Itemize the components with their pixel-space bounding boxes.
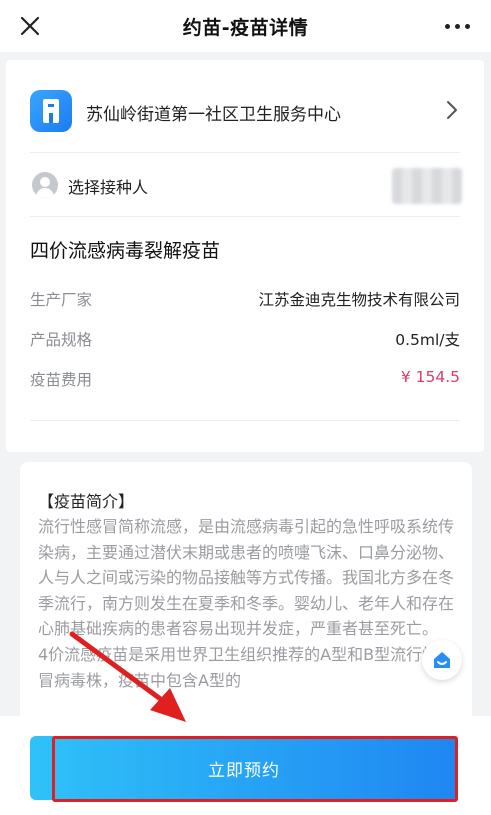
intro-paragraph: 流行性感冒简称流感，是由流感病毒引起的急性呼吸系统传染病，主要通过潜伏末期或患者… bbox=[38, 517, 455, 639]
select-recipient-row[interactable]: 选择接种人 bbox=[6, 160, 484, 214]
price-value: ¥ 154.5 bbox=[400, 368, 460, 386]
page-title: 约苗-疫苗详情 bbox=[182, 16, 309, 39]
info-value: 江苏金迪克生物技术有限公司 bbox=[258, 291, 460, 309]
close-icon[interactable] bbox=[16, 12, 44, 40]
intro-body: 流行性感冒简称流感，是由流感病毒引起的急性呼吸系统传染病，主要通过潜伏末期或患者… bbox=[38, 514, 462, 693]
chevron-right-icon bbox=[446, 100, 462, 122]
intro-paragraph: 4价流感疫苗是采用世界卫生组织推荐的A型和B型流行性感冒病毒株，疫苗中包含A型的 bbox=[38, 644, 455, 690]
customer-service-button[interactable] bbox=[422, 640, 462, 680]
info-row-manufacturer: 生产厂家 江苏金迪克生物技术有限公司 bbox=[30, 288, 460, 312]
top-nav-bar: 约苗-疫苗详情 bbox=[0, 0, 491, 52]
divider bbox=[30, 420, 460, 421]
book-now-button[interactable]: 立即预约 bbox=[30, 736, 458, 800]
blurred-recipient-info bbox=[392, 168, 462, 204]
info-key: 生产厂家 bbox=[30, 291, 93, 309]
vaccine-name: 四价流感病毒裂解疫苗 bbox=[30, 240, 221, 262]
info-value: 0.5ml/支 bbox=[395, 331, 460, 349]
info-row-spec: 产品规格 0.5ml/支 bbox=[30, 328, 460, 352]
home-chat-icon bbox=[434, 652, 450, 668]
clinic-row[interactable]: 苏仙岭街道第一社区卫生服务中心 bbox=[6, 80, 484, 146]
user-avatar-icon bbox=[32, 172, 58, 198]
info-key: 产品规格 bbox=[30, 331, 93, 349]
vaccine-intro-card: 【疫苗简介】 流行性感冒简称流感，是由流感病毒引起的急性呼吸系统传染病，主要通过… bbox=[20, 462, 472, 742]
vaccine-info-card: 苏仙岭街道第一社区卫生服务中心 选择接种人 四价流感病毒裂解疫苗 生产厂家 江苏… bbox=[6, 60, 484, 452]
info-key: 疫苗费用 bbox=[30, 371, 93, 389]
select-recipient-label: 选择接种人 bbox=[68, 178, 149, 197]
bottom-action-bar: 立即预约 bbox=[0, 716, 491, 815]
clinic-name: 苏仙岭街道第一社区卫生服务中心 bbox=[86, 105, 341, 125]
intro-title: 【疫苗简介】 bbox=[38, 492, 135, 511]
more-icon[interactable] bbox=[437, 12, 477, 40]
divider bbox=[30, 216, 460, 217]
divider bbox=[30, 152, 460, 153]
building-icon bbox=[30, 90, 72, 132]
book-now-label: 立即预约 bbox=[208, 760, 280, 781]
info-row-price: 疫苗费用 ¥ 154.5 bbox=[30, 368, 460, 392]
